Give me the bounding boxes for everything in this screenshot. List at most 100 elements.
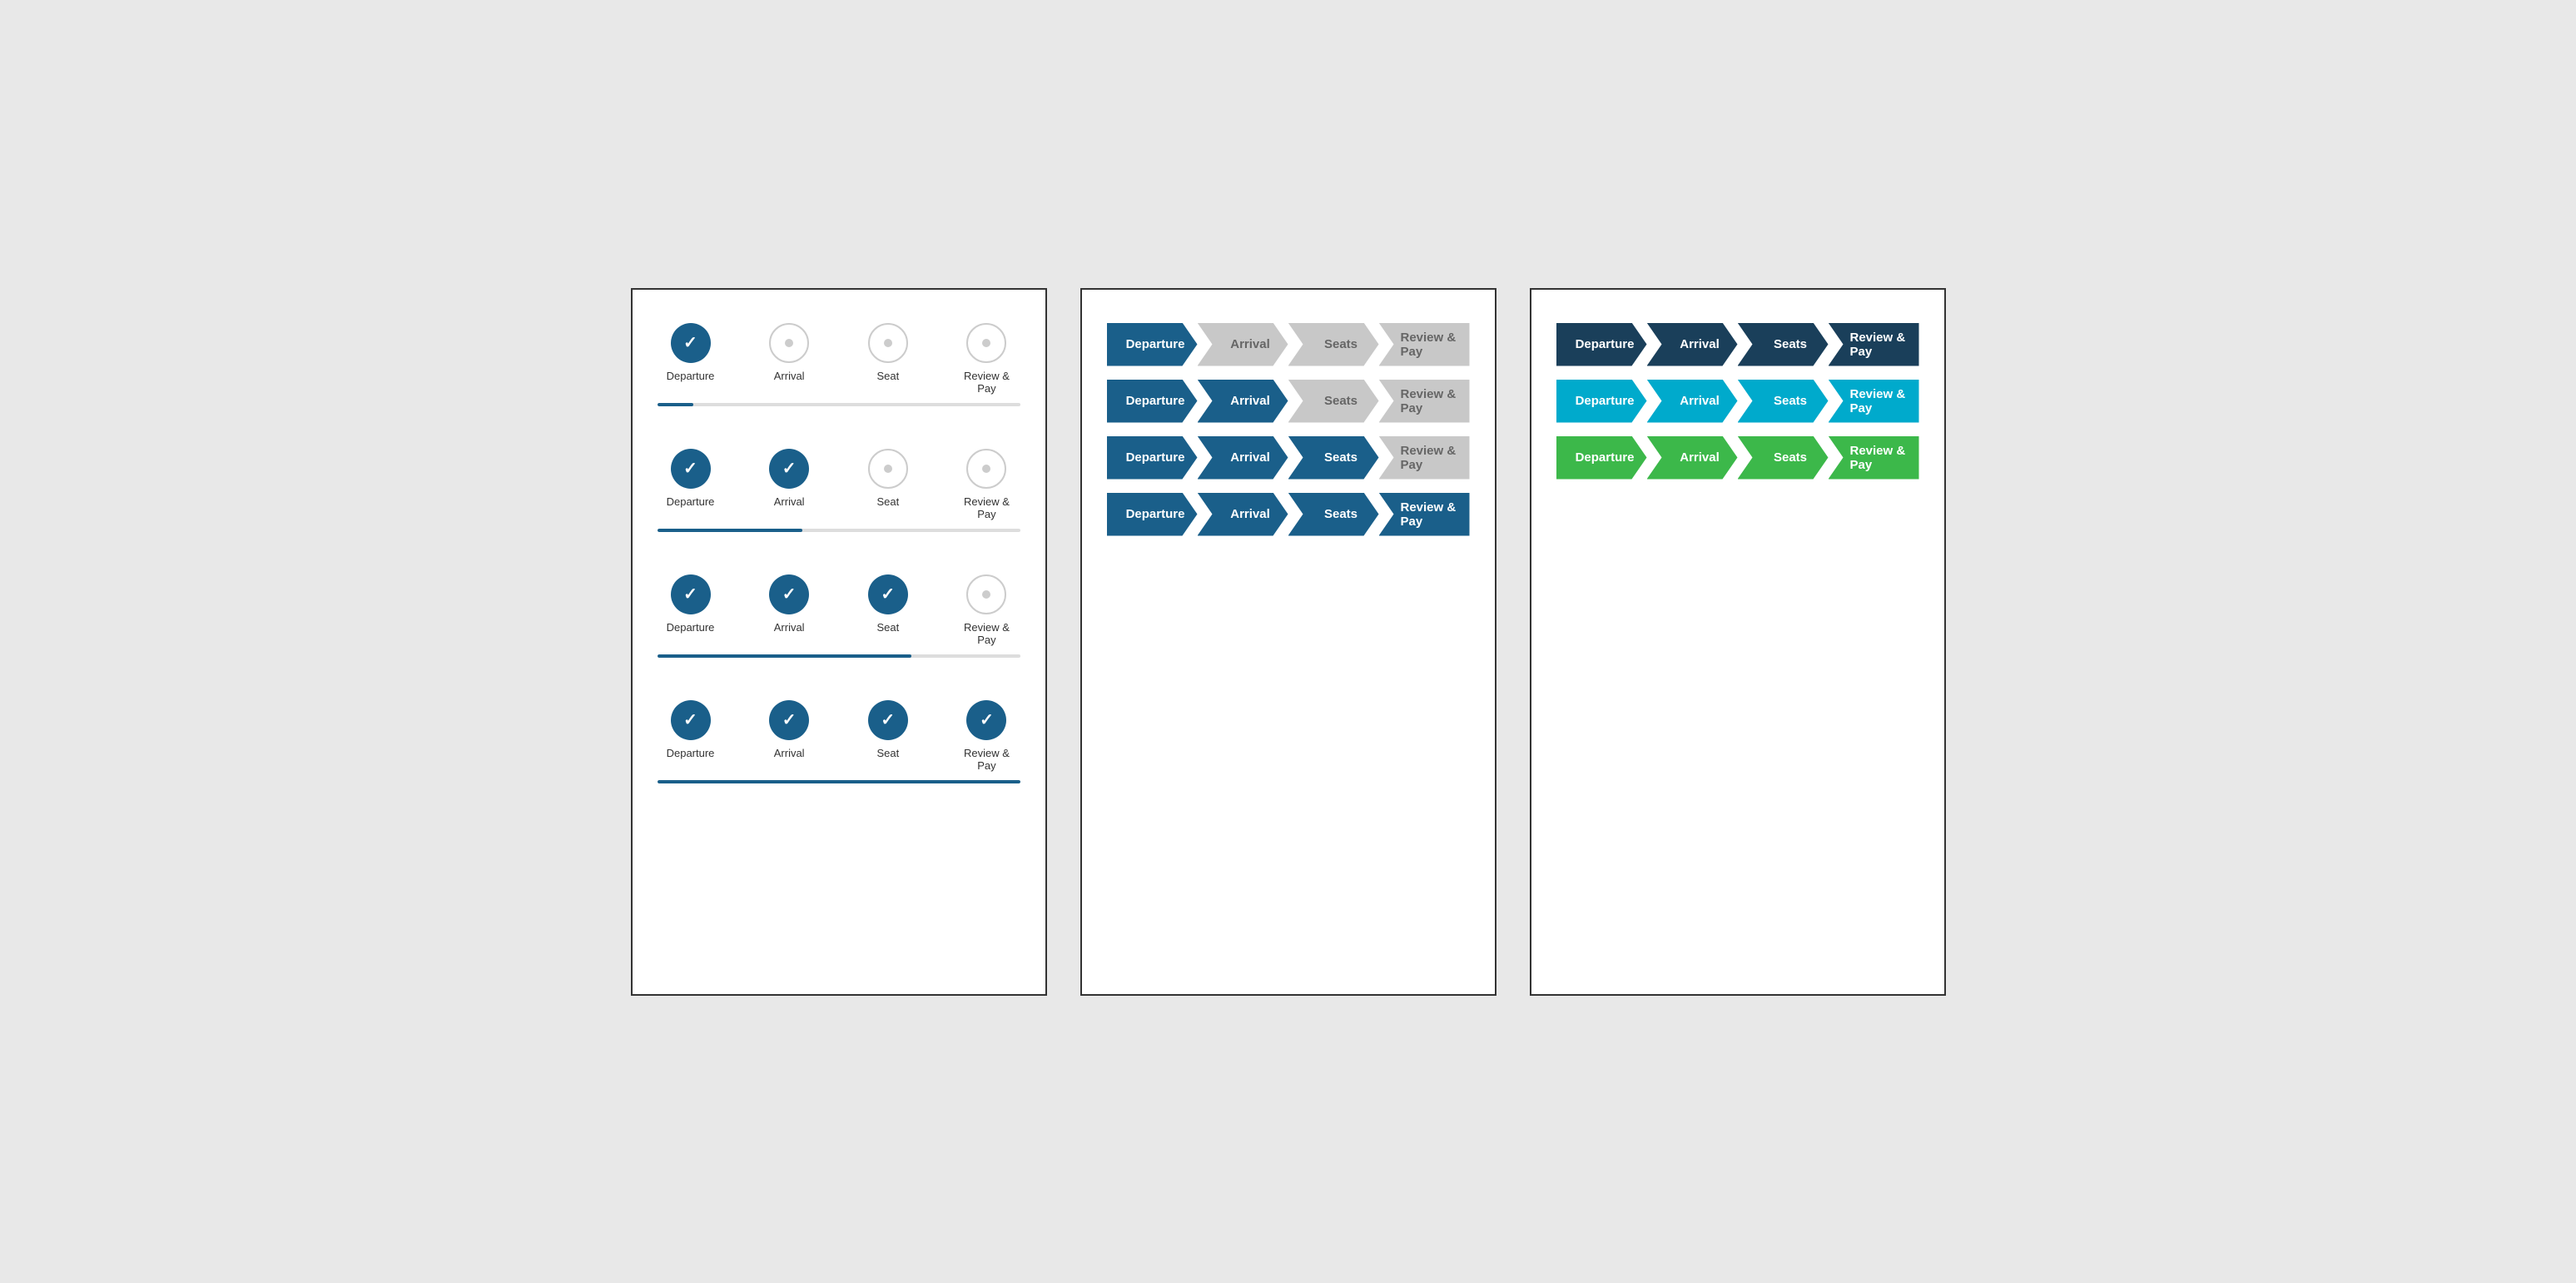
arrow-body: Departure <box>1107 493 1198 536</box>
seg-seats: Seats <box>1288 493 1379 536</box>
panel-circle-steps: ✓ Departure Arrival Seat <box>631 288 1047 996</box>
step-review: ✓ Review & Pay <box>953 700 1020 772</box>
step-group-2: ✓ Departure ✓ Arrival Seat <box>658 449 1020 533</box>
arrow-row-1: Departure Arrival Seats Review & Pay <box>1107 323 1470 366</box>
step-circle-seat <box>868 449 908 489</box>
step-circle: ✓ <box>769 574 809 614</box>
seg-departure: Departure <box>1556 436 1647 480</box>
arrow-body: Seats <box>1288 323 1379 366</box>
arrow-body: Arrival <box>1647 323 1738 366</box>
panel-arrow-themes: Departure Arrival Seats Review & Pay <box>1530 288 1946 996</box>
dot <box>982 339 990 347</box>
steps-row: ✓ Departure Arrival Seat <box>658 323 1020 395</box>
step-label: Seat <box>876 621 899 634</box>
seg-arrival: Arrival <box>1198 436 1288 480</box>
arrow-row-2: Departure Arrival Seats Review & Pay <box>1107 380 1470 423</box>
progress-bar-4 <box>658 780 1020 784</box>
step-label-review: Review & Pay <box>1401 444 1463 472</box>
step-arrival: ✓ Arrival <box>756 449 822 508</box>
checkmark-icon: ✓ <box>683 332 697 353</box>
step-label-departure: Departure <box>1576 450 1635 465</box>
step-label-seats: Seats <box>1324 450 1357 465</box>
arrow-body: Seats <box>1288 380 1379 423</box>
step-review: Review & Pay <box>953 449 1020 520</box>
step-label-review: Review & Pay <box>953 370 1020 395</box>
seg-departure: Departure <box>1107 323 1198 366</box>
arrow-body: Departure <box>1107 436 1198 480</box>
progress-bar-1 <box>658 403 1020 407</box>
steps-row: ✓ Departure ✓ Arrival ✓ Seat ✓ Review & … <box>658 700 1020 772</box>
step-label: Departure <box>667 747 715 759</box>
step-label-departure: Departure <box>1126 507 1185 521</box>
seg-review: Review & Pay <box>1379 436 1470 480</box>
step-label-arrival: Arrival <box>1230 507 1270 521</box>
step-label: Arrival <box>774 495 805 508</box>
seg-arrival: Arrival <box>1198 380 1288 423</box>
step-label-review: Review & Pay <box>1850 331 1913 359</box>
step-label: Seat <box>876 495 899 508</box>
dot <box>785 339 793 347</box>
step-label-seats: Seats <box>1324 394 1357 408</box>
arrow-row-green: Departure Arrival Seats Review & Pay <box>1556 436 1919 480</box>
step-circle-departure: ✓ <box>671 323 711 363</box>
arrow-body: Arrival <box>1198 493 1288 536</box>
step-arrival: Arrival <box>756 323 822 382</box>
step-circle-departure: ✓ <box>671 449 711 489</box>
arrow-body: Arrival <box>1198 323 1288 366</box>
arrow-body: Review & Pay <box>1829 436 1919 480</box>
seg-seats: Seats <box>1288 380 1379 423</box>
seg-departure: Departure <box>1107 380 1198 423</box>
seg-seats: Seats <box>1738 380 1829 423</box>
step-label: Seat <box>876 747 899 759</box>
arrow-body: Departure <box>1107 380 1198 423</box>
arrow-body: Arrival <box>1647 436 1738 480</box>
seg-review: Review & Pay <box>1829 436 1919 480</box>
arrow-body: Review & Pay <box>1829 323 1919 366</box>
step-departure: ✓ Departure <box>658 574 724 634</box>
step-label-seats: Seats <box>1324 507 1357 521</box>
seg-seats: Seats <box>1738 323 1829 366</box>
progress-fill <box>658 654 911 658</box>
arrow-row-4: Departure Arrival Seats Review & Pay <box>1107 493 1470 536</box>
arrow-body: Seats <box>1738 380 1829 423</box>
progress-track <box>658 403 1020 406</box>
step-circle-arrival: ✓ <box>769 449 809 489</box>
seg-review: Review & Pay <box>1829 380 1919 423</box>
step-departure: ✓ Departure <box>658 700 724 759</box>
step-circle-seat <box>868 323 908 363</box>
seg-arrival: Arrival <box>1647 323 1738 366</box>
arrow-body: Review & Pay <box>1829 380 1919 423</box>
step-arrival: ✓ Arrival <box>756 700 822 759</box>
arrow-body: Review & Pay <box>1379 380 1470 423</box>
step-label-departure: Departure <box>1126 450 1185 465</box>
arrow-body: Seats <box>1288 436 1379 480</box>
progress-track <box>658 654 1020 658</box>
step-circle <box>966 574 1006 614</box>
progress-bar-3 <box>658 654 1020 659</box>
step-label-review: Review & Pay <box>1401 500 1463 529</box>
step-circle: ✓ <box>966 700 1006 740</box>
step-circle-review <box>966 323 1006 363</box>
step-label-seat: Seat <box>876 370 899 382</box>
step-review: Review & Pay <box>953 323 1020 395</box>
step-circle-review <box>966 449 1006 489</box>
arrow-body: Departure <box>1107 323 1198 366</box>
step-circle: ✓ <box>868 574 908 614</box>
step-seat: ✓ Seat <box>855 700 921 759</box>
arrow-body: Seats <box>1738 436 1829 480</box>
step-label: Arrival <box>774 747 805 759</box>
step-circle: ✓ <box>671 700 711 740</box>
seg-departure: Departure <box>1107 436 1198 480</box>
progress-fill <box>658 529 802 532</box>
arrow-body: Arrival <box>1647 380 1738 423</box>
step-label-seats: Seats <box>1774 394 1807 408</box>
panel-arrow-blue-grey: Departure Arrival Seats Review & Pay <box>1080 288 1496 996</box>
progress-track <box>658 780 1020 783</box>
step-arrival: ✓ Arrival <box>756 574 822 634</box>
seg-arrival: Arrival <box>1647 436 1738 480</box>
step-label-arrival: Arrival <box>1680 394 1720 408</box>
seg-seats: Seats <box>1738 436 1829 480</box>
arrow-body: Arrival <box>1198 380 1288 423</box>
seg-review: Review & Pay <box>1829 323 1919 366</box>
step-review: Review & Pay <box>953 574 1020 646</box>
